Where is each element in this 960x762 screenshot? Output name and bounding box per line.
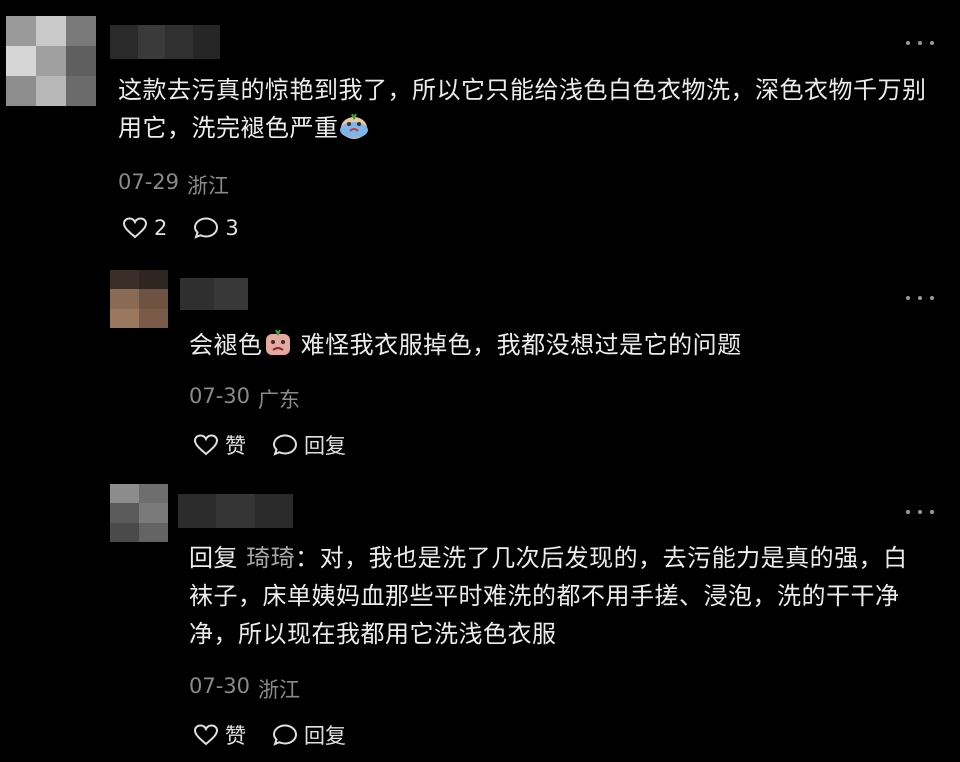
username-blurred[interactable]	[180, 278, 248, 310]
comment-bubble-icon	[272, 434, 298, 456]
more-options-button[interactable]	[906, 507, 934, 517]
comment-location: 广东	[258, 388, 301, 412]
comment-meta: 07-30 广东	[189, 384, 300, 414]
reply-prefix: 回复	[189, 544, 238, 572]
comment-2: 会褪色 难怪我衣服掉色，我都没想过是它的问题 07-30 广东 赞 回复	[0, 262, 960, 476]
comment-actions: 赞 回复	[193, 430, 372, 460]
comment-1: 这款去污真的惊艳到我了，所以它只能给浅色白色衣物洗，深色衣物千万别用它，洗完褪色…	[0, 0, 960, 262]
comment-location: 浙江	[187, 174, 230, 198]
avatar[interactable]	[6, 16, 96, 106]
heart-icon	[122, 217, 148, 239]
like-label: 赞	[225, 434, 246, 458]
comment-3: 回复 琦琦：对，我也是洗了几次后发现的，去污能力是真的强，白袜子，床单姨妈血那些…	[0, 476, 960, 762]
comment-actions: 赞 回复	[193, 720, 372, 750]
avatar[interactable]	[110, 270, 168, 328]
reply-label: 回复	[304, 434, 346, 458]
reply-to-username[interactable]: 琦琦	[246, 544, 295, 572]
reply-button[interactable]: 回复	[272, 720, 346, 750]
username-blurred[interactable]	[178, 494, 293, 528]
like-count: 2	[154, 216, 168, 240]
heart-icon	[193, 434, 219, 456]
reply-label: 回复	[304, 724, 346, 748]
more-options-button[interactable]	[906, 38, 934, 48]
comment-bubble-icon	[194, 217, 219, 239]
more-options-button[interactable]	[906, 293, 934, 303]
comment-date: 07-29	[118, 170, 180, 194]
sad-face-emoji-icon	[265, 329, 290, 355]
like-label: 赞	[225, 724, 246, 748]
avatar[interactable]	[110, 484, 168, 542]
comment-bubble-icon	[272, 724, 298, 746]
comment-text: 会褪色 难怪我衣服掉色，我都没想过是它的问题	[189, 329, 742, 359]
comment-location: 浙江	[258, 678, 301, 702]
username-blurred[interactable]	[110, 25, 220, 59]
reply-button[interactable]: 3	[193, 216, 239, 240]
comment-date: 07-30	[189, 674, 251, 698]
like-button[interactable]: 赞	[193, 720, 246, 750]
comment-text: 回复 琦琦：对，我也是洗了几次后发现的，去污能力是真的强，白袜子，床单姨妈血那些…	[189, 544, 908, 648]
crying-face-emoji-icon	[339, 113, 368, 139]
reply-button[interactable]: 回复	[272, 430, 346, 460]
comment-meta: 07-30 浙江	[189, 674, 300, 704]
comment-actions: 2 3	[122, 216, 265, 240]
like-button[interactable]: 2	[122, 216, 167, 240]
like-button[interactable]: 赞	[193, 430, 246, 460]
reply-count: 3	[225, 216, 239, 240]
comment-text: 这款去污真的惊艳到我了，所以它只能给浅色白色衣物洗，深色衣物千万别用它，洗完褪色…	[118, 76, 927, 142]
comment-date: 07-30	[189, 384, 251, 408]
comment-meta: 07-29 浙江	[118, 170, 229, 200]
heart-icon	[193, 724, 219, 746]
